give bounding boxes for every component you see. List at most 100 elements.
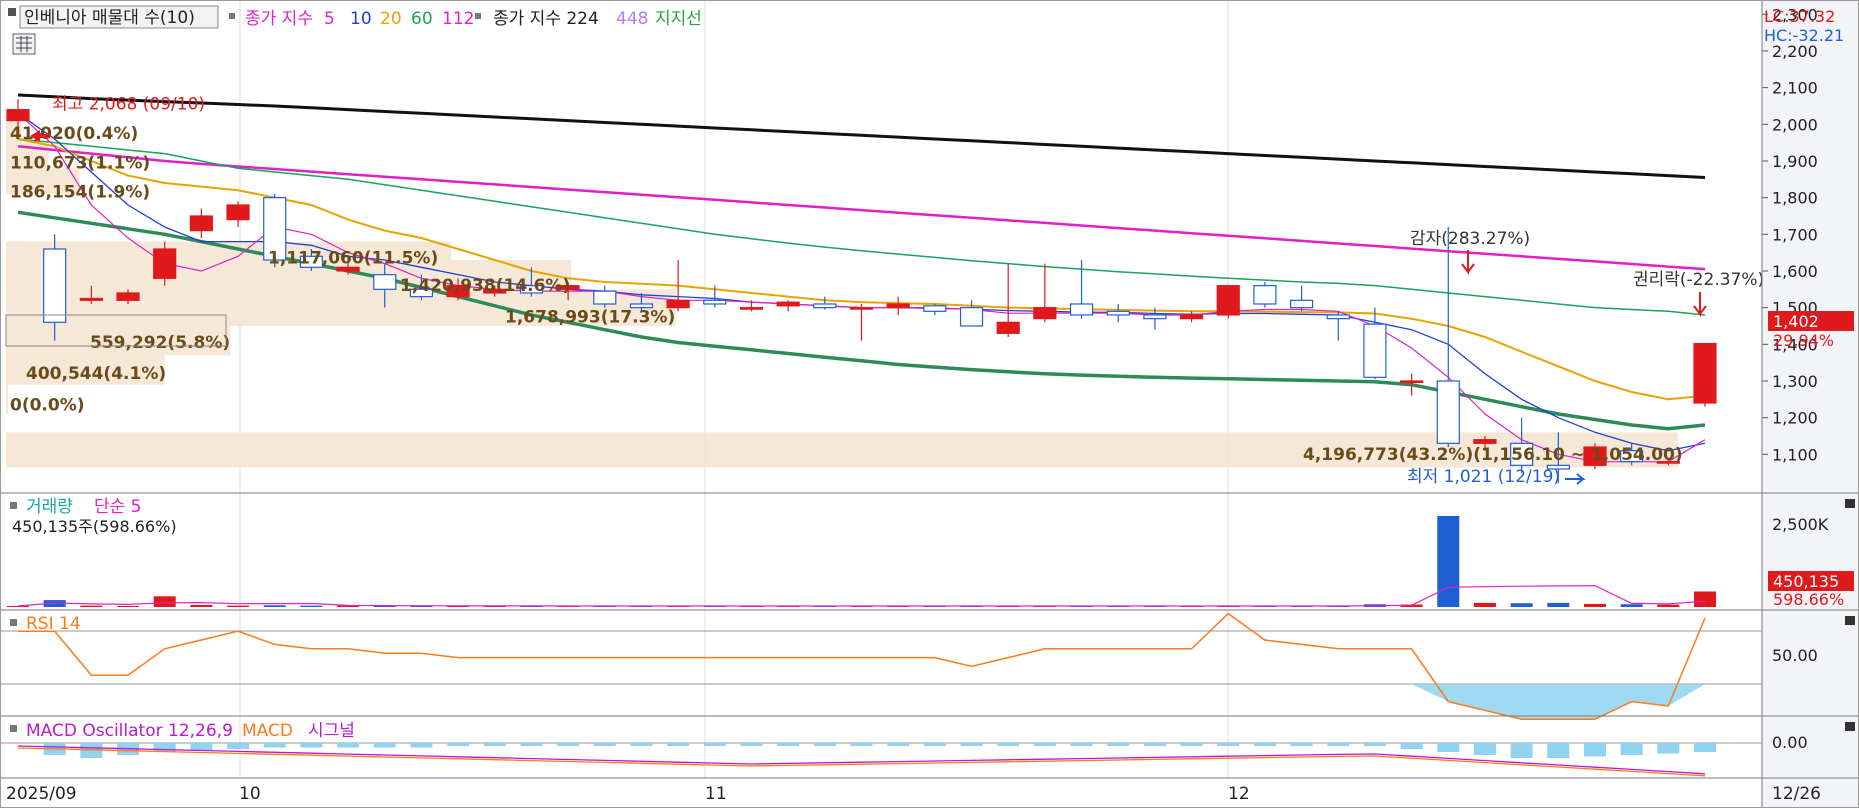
profile-label-3: 1,117,060(11.5%) — [268, 249, 438, 269]
macd-osc-bar — [997, 743, 1020, 746]
last-price-change: 29.94% — [1773, 331, 1834, 350]
volume-bar — [1547, 602, 1570, 607]
ma-legend-icon — [229, 13, 235, 19]
macd-tick: 0.00 — [1772, 733, 1808, 752]
candle-body — [923, 305, 947, 312]
support-legend[interactable]: 지지선 — [655, 9, 702, 29]
macd-osc-bar — [1437, 743, 1460, 752]
volume-bar — [1657, 604, 1680, 607]
macd-osc-bar — [153, 743, 176, 752]
macd-osc-bar — [7, 743, 29, 744]
ma448-legend[interactable]: 448 — [616, 9, 648, 29]
macd-osc-bar — [1547, 743, 1570, 758]
candle-body — [1289, 299, 1314, 309]
ma-legend-title[interactable]: 종가 지수 — [245, 9, 313, 29]
price-tick-label: 1,700 — [1772, 225, 1818, 244]
candle-body — [1106, 310, 1130, 316]
volume-bar — [153, 596, 176, 607]
volume-title[interactable]: 거래량 — [26, 497, 73, 517]
candle-body — [1400, 380, 1424, 384]
macd-osc-bar — [1290, 743, 1313, 746]
macd-osc-bar — [1583, 743, 1606, 757]
candle-body — [776, 301, 800, 307]
ma10-legend[interactable]: 10 — [350, 9, 372, 29]
macd-osc-bar — [1143, 743, 1166, 746]
macd-close-icon[interactable] — [1845, 722, 1855, 731]
candle-body — [373, 274, 397, 290]
macd-label[interactable]: MACD — [242, 721, 293, 741]
x-label-sep: 2025/09 — [6, 784, 77, 804]
ma20-legend[interactable]: 20 — [380, 9, 402, 29]
profile-label-4: 1,420,938(14.6%) — [400, 276, 570, 296]
macd-osc-bar — [557, 743, 580, 746]
signal-label[interactable]: 시그널 — [308, 721, 355, 741]
macd-osc-bar — [227, 743, 250, 749]
macd-osc-bar — [740, 743, 763, 746]
volume-bar — [1437, 515, 1460, 607]
macd-osc-bar — [593, 743, 616, 746]
macd-osc-bar — [447, 743, 470, 746]
volume-bar — [1694, 591, 1716, 607]
price-tick-label: 2,000 — [1772, 115, 1818, 134]
candle-body — [1253, 285, 1277, 305]
macd-osc-bar — [337, 743, 360, 748]
rsi-title[interactable]: RSI 14 — [26, 614, 81, 634]
candle-body — [886, 303, 910, 309]
candle-body — [1216, 285, 1240, 316]
macd-osc-bar — [1400, 743, 1423, 749]
price-tick-label: 1,600 — [1772, 262, 1818, 281]
macd-osc-bar — [1473, 743, 1496, 755]
macd-osc-bar — [1510, 743, 1533, 758]
last-volume-change: 598.66% — [1773, 590, 1844, 609]
candle-body — [813, 303, 837, 309]
volume-bar — [1510, 603, 1533, 607]
candle-body — [1473, 439, 1497, 444]
macd-osc-bar — [1363, 743, 1386, 746]
volume-bar — [300, 605, 323, 607]
ma5-legend[interactable]: 5 — [324, 9, 335, 29]
candle-body — [849, 307, 874, 310]
candle-body — [226, 204, 250, 221]
macd-osc-bar — [703, 743, 726, 746]
macd-osc-bar — [667, 743, 690, 746]
stock-chart[interactable]: 41,020(0.4%) 110,673(1.1%) 186,154(1.9%) 1,… — [0, 0, 1859, 808]
volume-bar — [227, 605, 250, 607]
price-tick-label: 1,100 — [1772, 445, 1818, 464]
x-label-last: 12/26 — [1772, 784, 1821, 804]
volume-bar — [80, 605, 103, 607]
candle-body — [1179, 314, 1204, 320]
profile-label-0: 41,020(0.4%) — [10, 124, 138, 144]
macd-osc-title[interactable]: MACD Oscillator 12,26,9 — [26, 721, 233, 741]
macd-osc-bar — [483, 743, 506, 746]
macd-osc-bar — [850, 743, 873, 746]
ma2-legend-icon — [475, 13, 481, 19]
candle-body — [6, 109, 30, 122]
rsi-close-icon[interactable] — [1845, 616, 1855, 625]
macd-osc-bar — [1180, 743, 1203, 746]
profile-label-8: 0(0.0%) — [10, 395, 85, 415]
volume-tick: 2,500K — [1772, 515, 1829, 534]
macd-osc-bar — [373, 743, 396, 748]
volume-ma-label[interactable]: 단순 5 — [94, 497, 142, 517]
macd-osc-bar — [520, 743, 543, 746]
price-tick-label: 2,100 — [1772, 79, 1818, 98]
price-tick-label: 1,900 — [1772, 152, 1818, 171]
ma112-legend[interactable]: 112 — [442, 9, 474, 29]
table-grid-button[interactable] — [12, 33, 36, 55]
price-tick-label: 1,300 — [1772, 372, 1818, 391]
volume-close-icon[interactable] — [1845, 499, 1855, 508]
macd-osc-bar — [1657, 743, 1680, 754]
ma224-legend[interactable]: 종가 지수 224 — [493, 9, 599, 29]
volume-bar — [263, 605, 286, 607]
rights-annotation: 권리락(-22.37%) — [1633, 270, 1764, 290]
profile-band-8 — [6, 384, 8, 414]
candle-body — [703, 299, 727, 305]
candle-body — [593, 290, 617, 305]
candle-body — [1326, 314, 1350, 320]
candle-body — [79, 297, 103, 301]
volume-bar — [7, 605, 29, 607]
ma60-legend[interactable]: 60 — [411, 9, 433, 29]
high-annotation: 최고 2,068 (09/10) — [52, 95, 205, 115]
low-annotation: 최저 1,021 (12/19) — [1407, 467, 1560, 487]
volume-bar — [1583, 603, 1606, 607]
